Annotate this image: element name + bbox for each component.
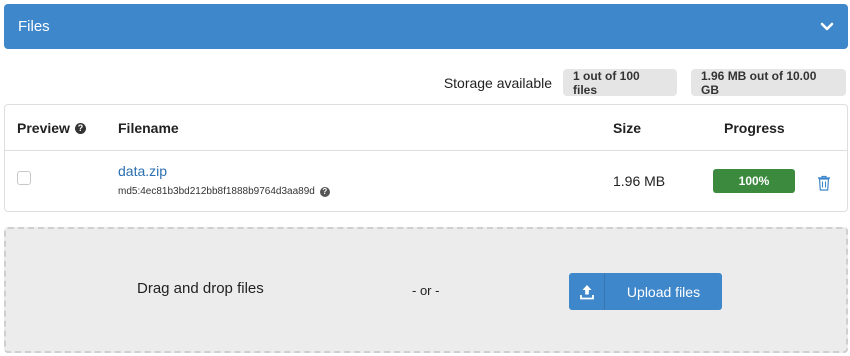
file-dropzone[interactable]: Drag and drop files - or - Upload files — [4, 227, 848, 353]
files-panel-header[interactable]: Files — [4, 4, 848, 49]
storage-size-badge: 1.96 MB out of 10.00 GB — [691, 69, 846, 97]
table-row: data.zip md5:4ec81b3bd212bb8f1888b9764d3… — [5, 151, 847, 211]
filename-link[interactable]: data.zip — [118, 163, 167, 179]
size-column-header: Size — [613, 120, 642, 136]
upload-button-label: Upload files — [626, 283, 701, 300]
question-circle-icon[interactable]: ? — [319, 186, 330, 197]
chevron-down-icon[interactable] — [820, 20, 834, 34]
question-circle-icon[interactable]: ? — [74, 122, 86, 134]
file-checksum: md5:4ec81b3bd212bb8f1888b9764d3aa89d ? — [118, 186, 330, 197]
drag-drop-text: Drag and drop files — [137, 280, 264, 297]
preview-column-header: Preview ? — [17, 105, 86, 151]
files-count-badge: 1 out of 100 files — [563, 69, 677, 97]
upload-progress-bar: 100% — [713, 169, 795, 193]
storage-label: Storage available — [443, 74, 552, 91]
table-header: Preview ? Filename Size Progress — [5, 105, 847, 151]
trash-icon[interactable] — [817, 175, 831, 191]
filename-column-header: Filename — [118, 120, 179, 136]
progress-column-header: Progress — [724, 120, 785, 136]
preview-checkbox[interactable] — [17, 171, 31, 185]
storage-info: Storage available 1 out of 100 files 1.9… — [443, 69, 846, 97]
file-size: 1.96 MB — [613, 173, 666, 189]
upload-icon — [569, 273, 605, 310]
checksum-text: md5:4ec81b3bd212bb8f1888b9764d3aa89d — [118, 186, 315, 197]
panel-title: Files — [18, 18, 50, 35]
preview-header-label: Preview — [17, 120, 70, 136]
files-table: Preview ? Filename Size Progress data.zi… — [4, 104, 848, 212]
upload-files-button[interactable]: Upload files — [569, 273, 722, 310]
or-separator: - or - — [412, 283, 440, 298]
progress-fill: 100% — [713, 169, 795, 193]
